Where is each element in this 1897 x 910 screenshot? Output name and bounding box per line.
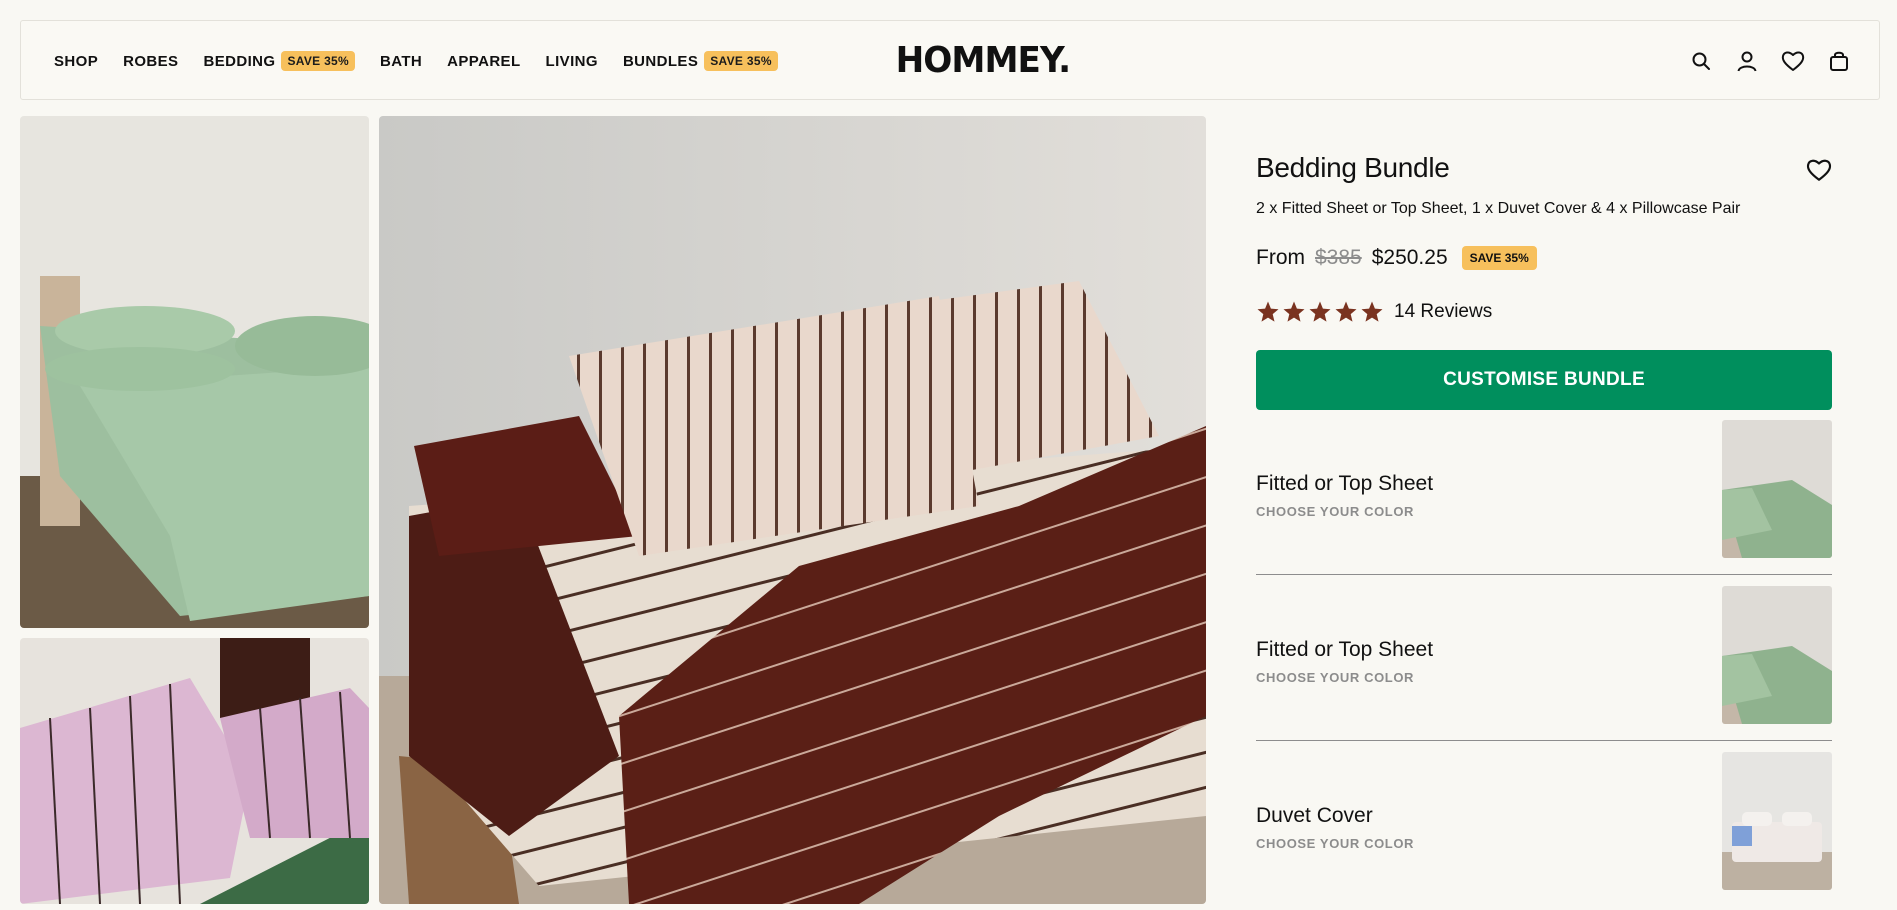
main-nav: SHOP ROBES BEDDING SAVE 35% BATH APPAREL …: [54, 21, 778, 101]
bag-icon[interactable]: [1827, 49, 1851, 73]
heart-icon[interactable]: [1781, 49, 1805, 73]
bundle-item[interactable]: Fitted or Top Sheet CHOOSE YOUR COLOR: [1256, 586, 1832, 744]
sage-bedding-image: [20, 116, 369, 628]
product-title: Bedding Bundle: [1256, 152, 1450, 183]
wishlist-heart-icon[interactable]: [1806, 158, 1832, 182]
bundle-item-name: Duvet Cover: [1256, 804, 1373, 827]
nav-item-living[interactable]: LIVING: [546, 53, 598, 70]
star-icon: [1283, 301, 1305, 322]
nav-label: BEDDING: [203, 52, 276, 70]
nav-label: BUNDLES: [622, 52, 699, 70]
gallery-thumbnail[interactable]: [20, 638, 369, 904]
choose-color-link[interactable]: CHOOSE YOUR COLOR: [1256, 670, 1414, 685]
choose-color-link[interactable]: CHOOSE YOUR COLOR: [1256, 504, 1414, 519]
save-badge: SAVE 35%: [704, 51, 778, 71]
star-icon: [1361, 301, 1383, 322]
star-icon: [1257, 301, 1279, 322]
search-icon[interactable]: [1689, 49, 1713, 73]
nav-item-bath[interactable]: BATH: [380, 53, 422, 70]
nav-item-robes[interactable]: ROBES: [123, 53, 178, 70]
nav-label: LIVING: [545, 52, 598, 70]
price-row: From $385 $250.25 SAVE 35%: [1256, 246, 1537, 270]
nav-label: SHOP: [54, 52, 99, 70]
reviews-link[interactable]: 14 Reviews: [1394, 301, 1492, 323]
product-subtitle: 2 x Fitted Sheet or Top Sheet, 1 x Duvet…: [1256, 200, 1741, 217]
brand-logo[interactable]: HOMMEY.: [896, 40, 1072, 81]
original-price: $385: [1315, 246, 1362, 269]
choose-color-link[interactable]: CHOOSE YOUR COLOR: [1256, 836, 1414, 851]
bundle-item-thumbnail: [1722, 586, 1832, 724]
gallery-thumbnail[interactable]: [20, 116, 369, 628]
pink-stripe-image: [20, 638, 369, 904]
stripe-bedding-image: [379, 116, 1206, 904]
nav-label: APPAREL: [447, 52, 521, 70]
sale-price: $250.25: [1371, 246, 1448, 269]
bundle-item-thumbnail: [1722, 420, 1832, 558]
save-badge: SAVE 35%: [1461, 246, 1537, 270]
divider: [1256, 574, 1832, 575]
customise-bundle-button[interactable]: CUSTOMISE BUNDLE: [1256, 350, 1832, 410]
nav-label: ROBES: [123, 52, 179, 70]
header-icons: [1689, 21, 1851, 101]
main-product-image[interactable]: [379, 116, 1206, 904]
site-header: SHOP ROBES BEDDING SAVE 35% BATH APPAREL …: [20, 20, 1880, 100]
bundle-item[interactable]: Duvet Cover CHOOSE YOUR COLOR: [1256, 752, 1832, 910]
save-badge: SAVE 35%: [281, 51, 355, 71]
rating-row[interactable]: 14 Reviews: [1256, 300, 1492, 324]
star-rating: [1256, 300, 1384, 324]
bundle-item-thumbnail: [1722, 752, 1832, 890]
nav-item-apparel[interactable]: APPAREL: [447, 53, 520, 70]
account-icon[interactable]: [1735, 49, 1759, 73]
nav-item-bundles[interactable]: BUNDLES SAVE 35%: [623, 51, 778, 71]
bundle-item-name: Fitted or Top Sheet: [1256, 472, 1434, 495]
bundle-item[interactable]: Fitted or Top Sheet CHOOSE YOUR COLOR: [1256, 420, 1832, 578]
star-icon: [1309, 301, 1331, 322]
price-prefix: From: [1256, 246, 1305, 269]
divider: [1256, 740, 1832, 741]
star-icon: [1335, 301, 1357, 322]
nav-item-bedding[interactable]: BEDDING SAVE 35%: [203, 51, 355, 71]
nav-item-shop[interactable]: SHOP: [54, 53, 98, 70]
nav-label: BATH: [380, 52, 423, 70]
bundle-item-name: Fitted or Top Sheet: [1256, 638, 1434, 661]
